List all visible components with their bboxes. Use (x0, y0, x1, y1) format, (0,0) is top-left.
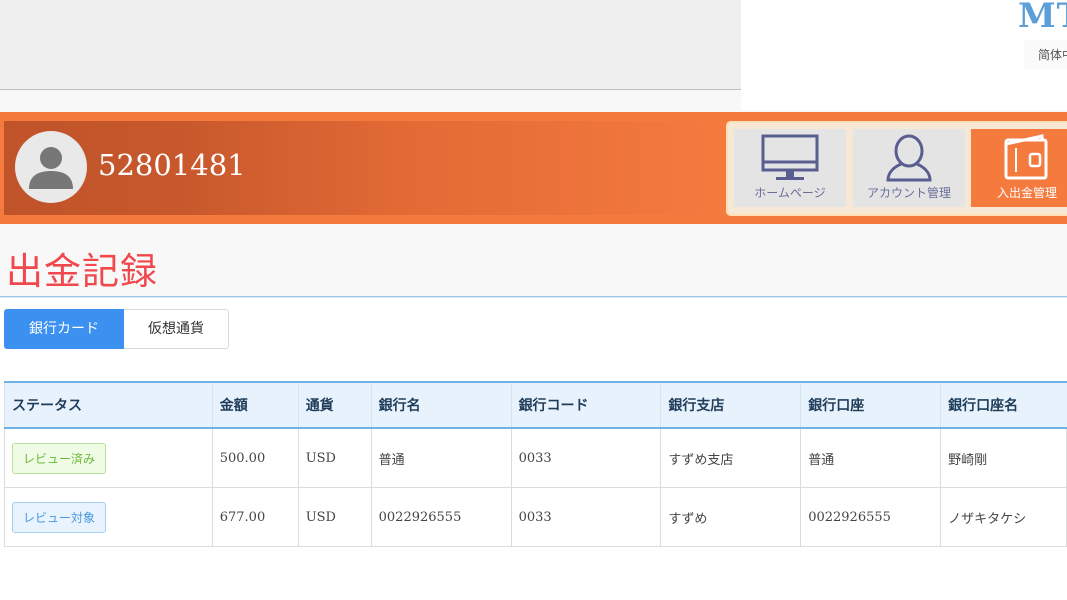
nav-home-label: ホームページ (754, 186, 826, 200)
nav-funds-label: 入出金管理 (996, 186, 1057, 200)
amount-cell: 677.00 (211, 487, 299, 547)
column-header[interactable]: 銀行支店 (660, 381, 801, 429)
table-row[interactable]: レビュー対象 677.00 USD 0022926555 0033 すずめ 00… (4, 487, 1067, 547)
nav-account-button[interactable]: アカウント管理 (853, 129, 965, 207)
table-row[interactable]: レビュー済み 500.00 USD 普通 0033 すずめ支店 普通 野崎剛 (4, 427, 1067, 488)
bank-name-cell: 0022926555 (370, 487, 512, 547)
column-header[interactable]: 銀行口座 (800, 381, 941, 429)
column-header[interactable]: 通貨 (297, 381, 372, 429)
page-title: 出金記録 (6, 250, 158, 293)
status-badge: レビュー対象 (12, 501, 107, 533)
branch-cell: すずめ支店 (660, 427, 802, 488)
withdrawal-table: ステータス 金額 通貨 銀行名 銀行コード 銀行支店 銀行口座 銀行口座名 レビ… (4, 381, 1067, 547)
column-header[interactable]: ステータス (4, 381, 213, 429)
account-cell: 普通 (800, 427, 942, 488)
account-name-cell: ノザキタケシ (940, 487, 1067, 547)
currency-cell: USD (297, 487, 372, 547)
avatar-icon (15, 131, 87, 203)
top-banner-area (0, 0, 741, 90)
column-header[interactable]: 銀行コード (510, 381, 661, 429)
tab-group: 銀行カード 仮想通貨 (4, 309, 229, 349)
table-header-row: ステータス 金額 通貨 銀行名 銀行コード 銀行支店 銀行口座 銀行口座名 (4, 381, 1067, 429)
tab-bank-card[interactable]: 銀行カード (4, 309, 124, 349)
tab-crypto[interactable]: 仮想通貨 (124, 309, 229, 349)
account-id: 52801481 (98, 148, 246, 182)
bank-name-cell: 普通 (370, 427, 512, 488)
currency-cell: USD (297, 427, 372, 488)
column-header[interactable]: 金額 (211, 381, 299, 429)
amount-cell: 500.00 (211, 427, 299, 488)
wallet-icon (1004, 134, 1048, 180)
status-cell: レビュー対象 (4, 487, 213, 547)
nav-home-button[interactable]: ホームページ (734, 129, 846, 207)
user-icon (886, 134, 932, 182)
column-header[interactable]: 銀行名 (370, 381, 512, 429)
bank-code-cell: 0033 (510, 427, 662, 488)
account-cell: 0022926555 (800, 487, 942, 547)
status-cell: レビュー済み (4, 427, 213, 488)
branch-cell: すずめ (660, 487, 802, 547)
status-badge: レビュー済み (12, 442, 107, 474)
language-selector[interactable]: 简体中文 (1024, 40, 1067, 70)
account-name-cell: 野崎剛 (940, 427, 1067, 488)
bank-code-cell: 0033 (510, 487, 662, 547)
column-header[interactable]: 銀行口座名 (940, 381, 1067, 429)
nav-account-label: アカウント管理 (866, 186, 951, 200)
monitor-icon (761, 134, 819, 180)
nav-funds-button[interactable]: 入出金管理 (971, 129, 1067, 207)
brand-logo[interactable]: MT (1018, 0, 1067, 36)
